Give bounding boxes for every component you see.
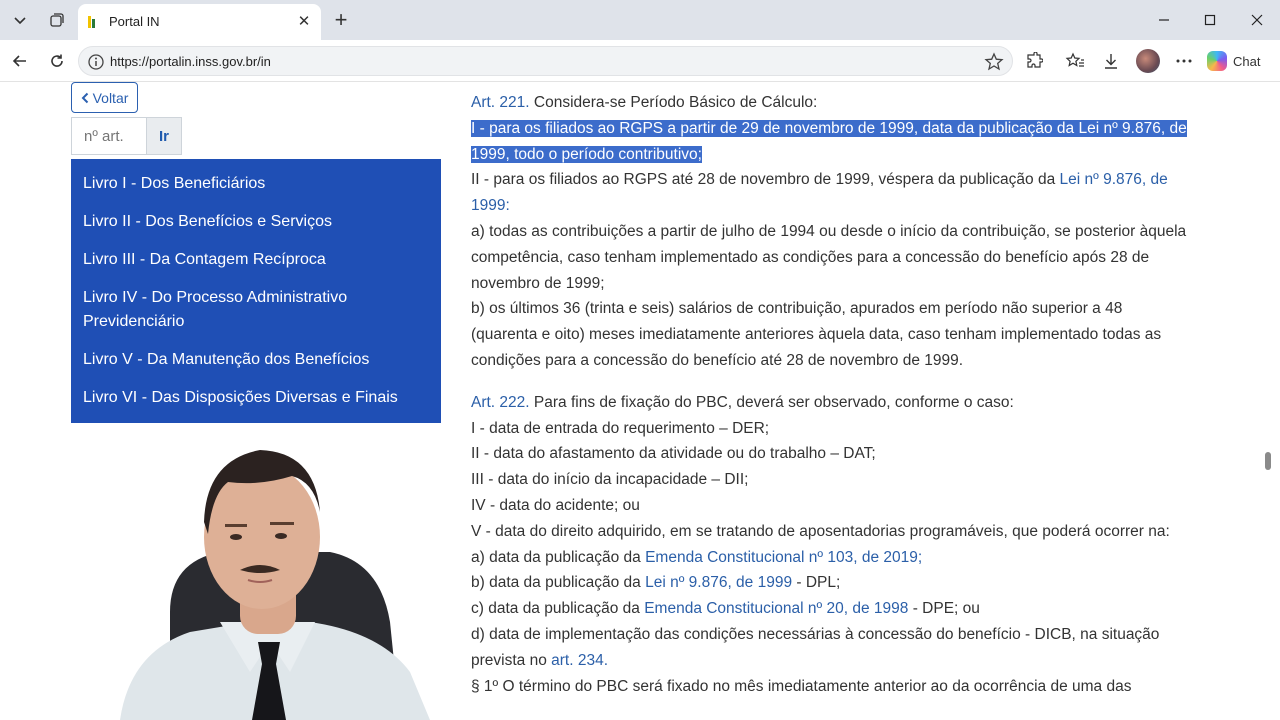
window-close-icon[interactable] <box>1234 0 1280 40</box>
presenter-webcam-overlay <box>120 450 430 720</box>
ec-103-link[interactable]: Emenda Constitucional nº 103, de 2019 <box>645 549 918 566</box>
art-222-item-4: IV - data do acidente; ou <box>471 496 640 514</box>
article-number-input[interactable] <box>71 117 146 155</box>
art-222-item-b: b) data da publicação da Lei nº 9.876, d… <box>471 570 1191 596</box>
art-222-item-a: a) data da publicação da Emenda Constitu… <box>471 545 1191 571</box>
art-222-caput: Para fins de fixação do PBC, deverá ser … <box>529 393 1014 411</box>
address-bar[interactable]: https://portalin.inss.gov.br/in <box>78 46 1013 76</box>
art-222-paragraph-1: § 1º O término do PBC será fixado no mês… <box>471 677 1132 695</box>
art-222-item-b-text: b) data da publicação da <box>471 574 646 592</box>
art-221-link[interactable]: Art. 221. <box>471 94 530 111</box>
tab-portal-in[interactable]: Portal IN ✕ <box>78 4 321 40</box>
back-arrow-icon[interactable] <box>6 47 34 75</box>
scrollbar-thumb[interactable] <box>1265 452 1271 470</box>
url-text[interactable]: https://portalin.inss.gov.br/in <box>110 54 271 69</box>
art-222-item-c-text: c) data da publicação da <box>471 600 645 618</box>
book-link-1[interactable]: Livro I - Dos Beneficiários <box>83 165 429 203</box>
minimize-icon[interactable] <box>1141 0 1187 40</box>
new-tab-button[interactable]: + <box>327 6 355 34</box>
chevron-left-icon <box>81 92 88 103</box>
back-button-label: Voltar <box>92 89 129 106</box>
favorite-star-icon[interactable] <box>984 52 1004 72</box>
browser-tab-bar: Portal IN ✕ + <box>0 0 1280 40</box>
art-222-item-a-text: a) data da publicação da <box>471 548 646 566</box>
lei-9876-link-2[interactable]: Lei nº 9.876, de 1999 <box>645 574 792 591</box>
art-234-link[interactable]: art. 234 <box>551 652 604 669</box>
art-221-heading: Art. 221. Considera-se Período Básico de… <box>471 90 1191 116</box>
ec-20-link[interactable]: Emenda Constitucional nº 20, de 1998 <box>644 600 908 617</box>
art-222-item-c: c) data da publicação da Emenda Constitu… <box>471 596 1191 622</box>
reload-icon[interactable] <box>43 47 71 75</box>
art-221-item-2-text: II - para os filiados ao RGPS até 28 de … <box>471 171 1060 189</box>
art-221-item-b: b) os últimos 36 (trinta e seis) salário… <box>471 300 1162 369</box>
copilot-icon <box>1207 51 1227 71</box>
page-content: Voltar Ir Livro I - Dos Beneficiários Li… <box>0 82 1280 720</box>
art-221-caput: Considera-se Período Básico de Cálculo: <box>529 94 818 111</box>
book-link-4[interactable]: Livro IV - Do Processo Administrativo Pr… <box>83 279 429 341</box>
art-222-item-3: III - data do início da incapacidade – D… <box>471 471 749 489</box>
art-222-item-c-end: - DPE; ou <box>908 600 980 618</box>
maximize-icon[interactable] <box>1187 0 1233 40</box>
workspaces-icon[interactable] <box>42 6 72 34</box>
book-link-5[interactable]: Livro V - Da Manutenção dos Benefícios <box>83 341 429 379</box>
favorites-icon[interactable] <box>1062 48 1088 74</box>
more-options-icon[interactable] <box>1171 48 1197 74</box>
book-link-3[interactable]: Livro III - Da Contagem Recíproca <box>83 241 429 279</box>
tab-actions-chevron-icon[interactable] <box>5 6 35 34</box>
chat-label: Chat <box>1233 53 1261 69</box>
art-221-item-1: I - para os filiados ao RGPS a partir de… <box>471 116 1191 168</box>
go-button[interactable]: Ir <box>146 117 182 155</box>
portal-favicon-icon <box>88 15 98 29</box>
books-menu: Livro I - Dos Beneficiários Livro II - D… <box>71 159 441 423</box>
extensions-icon[interactable] <box>1021 48 1047 74</box>
downloads-icon[interactable] <box>1098 48 1124 74</box>
art-221-item-2: II - para os filiados ao RGPS até 28 de … <box>471 167 1191 219</box>
art-222-item-1: I - data de entrada do requerimento – DE… <box>471 419 770 437</box>
art-222-item-a-end: ; <box>917 548 923 566</box>
tab-close-icon[interactable]: ✕ <box>293 10 315 32</box>
legal-text: Art. 221. Considera-se Período Básico de… <box>471 90 1191 699</box>
art-222-item-d-end: . <box>603 651 609 669</box>
article-search: Ir <box>71 117 182 155</box>
art-221-item-a: a) todas as contribuições a partir de ju… <box>471 222 1187 292</box>
art-222-item-b-end: - DPL; <box>792 574 841 592</box>
tab-title: Portal IN <box>109 14 160 29</box>
art-222-item-5: V - data do direito adquirido, em se tra… <box>471 522 1170 540</box>
profile-avatar[interactable] <box>1136 49 1160 73</box>
art-222-heading: Art. 222. Para fins de fixação do PBC, d… <box>471 390 1191 416</box>
copilot-chat-button[interactable]: Chat <box>1207 47 1273 75</box>
art-222-item-d: d) data de implementação das condições n… <box>471 622 1191 674</box>
browser-toolbar: https://portalin.inss.gov.br/in Chat <box>0 40 1280 82</box>
selected-text: I - para os filiados ao RGPS a partir de… <box>471 119 1187 163</box>
book-link-2[interactable]: Livro II - Dos Benefícios e Serviços <box>83 203 429 241</box>
art-221-item-2-colon: : <box>505 197 510 215</box>
book-link-6[interactable]: Livro VI - Das Disposições Diversas e Fi… <box>83 379 429 417</box>
art-222-link[interactable]: Art. 222. <box>471 394 530 411</box>
art-222-item-2: II - data do afastamento da atividade ou… <box>471 445 876 463</box>
back-button[interactable]: Voltar <box>71 82 138 113</box>
site-info-icon[interactable] <box>87 53 105 71</box>
